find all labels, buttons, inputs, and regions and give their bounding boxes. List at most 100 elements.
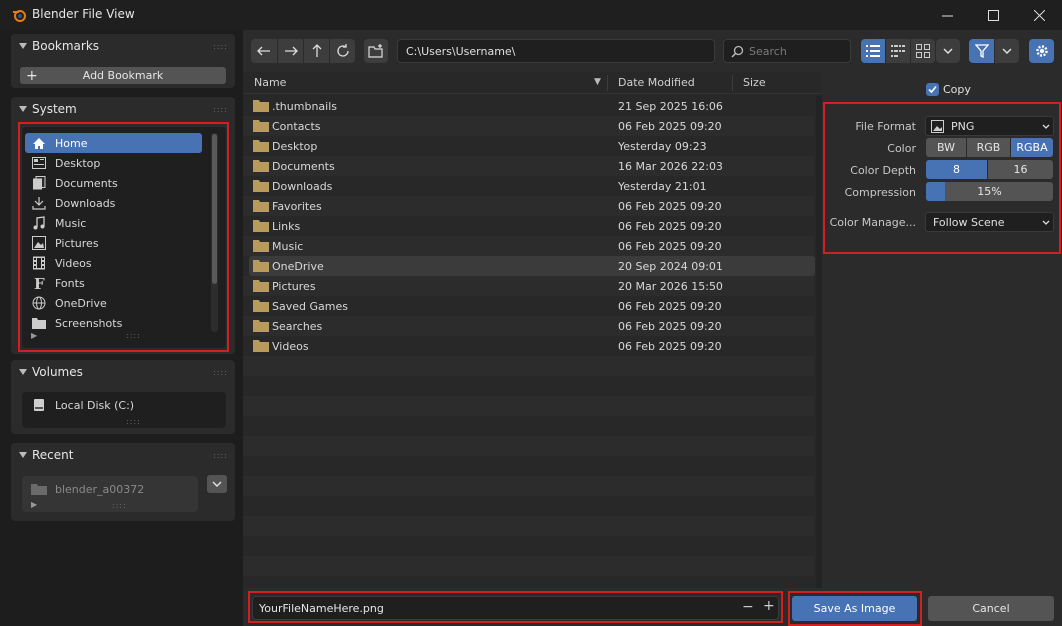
sidebar-item-label: Downloads xyxy=(55,196,116,210)
sidebar-item-documents[interactable]: Documents xyxy=(25,173,202,193)
expand-arrow-icon[interactable]: ▶ xyxy=(31,331,37,340)
resize-grip-icon[interactable]: :::: xyxy=(126,331,141,340)
file-format-dropdown[interactable]: PNG xyxy=(925,116,1054,136)
blender-logo-icon xyxy=(13,10,26,22)
color-depth-16-option[interactable]: 16 xyxy=(988,160,1053,179)
drag-grip-icon[interactable]: :::: xyxy=(213,368,228,377)
sidebar-item-music[interactable]: Music xyxy=(25,213,202,233)
add-bookmark-button[interactable]: + Add Bookmark xyxy=(20,67,226,84)
sidebar-item-home[interactable]: Home xyxy=(25,133,202,153)
volumes-title: Volumes xyxy=(32,365,83,379)
minimize-button[interactable] xyxy=(924,0,970,30)
table-row[interactable]: Searches 06 Feb 2025 09:20 xyxy=(249,316,815,336)
table-row[interactable]: Favorites 06 Feb 2025 09:20 xyxy=(249,196,815,216)
increment-filename-button[interactable]: + xyxy=(763,598,775,614)
filter-options-dropdown[interactable] xyxy=(995,39,1019,63)
column-size-header[interactable]: Size xyxy=(743,76,766,89)
table-row[interactable]: Links 06 Feb 2025 09:20 xyxy=(249,216,815,236)
forward-button[interactable] xyxy=(278,39,303,63)
filename-field[interactable]: YourFileNameHere.png − + xyxy=(252,596,779,620)
compression-slider[interactable]: 15% xyxy=(926,182,1053,201)
system-header[interactable]: System :::: xyxy=(11,97,235,121)
drag-grip-icon[interactable]: :::: xyxy=(213,451,228,460)
resize-grip-icon[interactable]: :::: xyxy=(112,501,127,510)
recent-item[interactable]: blender_a00372 xyxy=(25,479,193,499)
refresh-button[interactable] xyxy=(330,39,355,63)
settings-toggle-button[interactable] xyxy=(1029,39,1054,63)
table-row[interactable]: Videos 06 Feb 2025 09:20 xyxy=(249,336,815,356)
chevron-down-icon xyxy=(943,48,953,54)
home-icon xyxy=(31,135,47,151)
filter-icon xyxy=(974,44,989,58)
maximize-icon xyxy=(987,9,999,21)
drag-grip-icon[interactable]: :::: xyxy=(213,42,228,51)
volumes-header[interactable]: Volumes :::: xyxy=(11,360,235,384)
cancel-button[interactable]: Cancel xyxy=(928,596,1054,621)
search-field[interactable]: Search xyxy=(723,39,851,63)
table-row[interactable]: Contacts 06 Feb 2025 09:20 xyxy=(249,116,815,136)
sidebar-item-onedrive[interactable]: OneDrive xyxy=(25,293,202,313)
arrow-up-icon xyxy=(312,44,321,57)
scrollbar-thumb[interactable] xyxy=(212,134,217,284)
copy-checkbox[interactable] xyxy=(926,83,939,96)
color-rgb-option[interactable]: RGB xyxy=(967,138,1010,157)
arrow-right-icon xyxy=(284,46,298,56)
maximize-button[interactable] xyxy=(970,0,1016,30)
close-window-button[interactable] xyxy=(1016,0,1062,30)
table-row[interactable]: Documents 16 Mar 2026 22:03 xyxy=(249,156,815,176)
folder-icon xyxy=(253,280,269,292)
table-row[interactable]: Downloads Yesterday 21:01 xyxy=(249,176,815,196)
sidebar-item-downloads[interactable]: Downloads xyxy=(25,193,202,213)
table-row[interactable]: Desktop Yesterday 09:23 xyxy=(249,136,815,156)
vertical-list-view-button[interactable] xyxy=(861,39,885,63)
sidebar-item-desktop[interactable]: Desktop xyxy=(25,153,202,173)
horizontal-list-view-button[interactable] xyxy=(886,39,910,63)
table-row[interactable]: .thumbnails 21 Sep 2025 16:06 xyxy=(249,96,815,116)
filter-toggle-button[interactable] xyxy=(969,39,994,63)
file-date: 20 Mar 2026 15:50 xyxy=(618,280,723,293)
search-placeholder: Search xyxy=(749,45,787,58)
sidebar-item-videos[interactable]: Videos xyxy=(25,253,202,273)
cancel-button-label: Cancel xyxy=(972,602,1010,615)
parent-directory-button[interactable] xyxy=(304,39,329,63)
color-bw-option[interactable]: BW xyxy=(926,138,966,157)
file-list-header: Name ▼ Date Modified Size xyxy=(243,72,822,94)
folder-icon xyxy=(253,260,269,272)
decrement-filename-button[interactable]: − xyxy=(742,599,754,615)
volume-label: Local Disk (C:) xyxy=(55,398,135,412)
sidebar-item-screenshots[interactable]: Screenshots xyxy=(25,313,202,333)
color-management-dropdown[interactable]: Follow Scene xyxy=(925,212,1054,232)
sidebar-item-pictures[interactable]: Pictures xyxy=(25,233,202,253)
table-row[interactable]: OneDrive 20 Sep 2024 09:01 xyxy=(249,256,815,276)
column-date-header[interactable]: Date Modified xyxy=(618,76,695,89)
recent-menu-button[interactable] xyxy=(207,475,227,493)
bookmarks-header[interactable]: Bookmarks :::: xyxy=(11,34,235,58)
save-as-image-button[interactable]: Save As Image xyxy=(792,596,917,621)
color-rgba-option[interactable]: RGBA xyxy=(1011,138,1053,157)
new-folder-button[interactable] xyxy=(364,39,388,63)
svg-text:F: F xyxy=(34,276,45,290)
drag-grip-icon[interactable]: :::: xyxy=(213,105,228,114)
table-row[interactable]: Saved Games 06 Feb 2025 09:20 xyxy=(249,296,815,316)
table-row[interactable]: Pictures 20 Mar 2026 15:50 xyxy=(249,276,815,296)
folder-icon xyxy=(253,160,269,172)
sidebar-item-fonts[interactable]: F Fonts xyxy=(25,273,202,293)
file-name: OneDrive xyxy=(272,260,324,273)
color-depth-8-option[interactable]: 8 xyxy=(926,160,987,179)
display-options-dropdown[interactable] xyxy=(936,39,960,63)
volume-item-local-disk[interactable]: Local Disk (C:) xyxy=(25,395,205,415)
resize-grip-icon[interactable]: :::: xyxy=(126,417,141,426)
path-field[interactable]: C:\Users\Username\ xyxy=(397,39,715,63)
file-date: 06 Feb 2025 09:20 xyxy=(618,120,722,133)
scrollbar-track[interactable] xyxy=(211,133,218,332)
folder-icon xyxy=(31,481,47,497)
thumbnail-view-button[interactable] xyxy=(911,39,935,63)
desktop-icon xyxy=(31,155,47,171)
expand-arrow-icon[interactable]: ▶ xyxy=(31,500,37,509)
table-row[interactable]: Music 06 Feb 2025 09:20 xyxy=(249,236,815,256)
window-title: Blender File View xyxy=(32,7,135,21)
back-button[interactable] xyxy=(251,39,277,63)
recent-header[interactable]: Recent :::: xyxy=(11,443,235,467)
file-name: Links xyxy=(272,220,301,233)
column-name-header[interactable]: Name xyxy=(254,76,286,89)
